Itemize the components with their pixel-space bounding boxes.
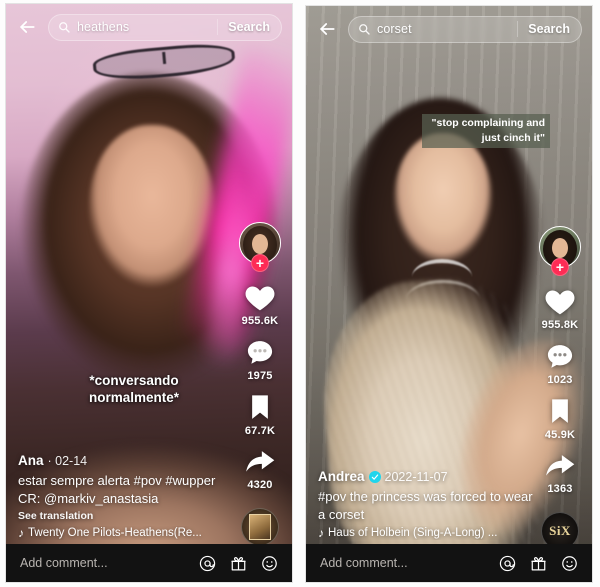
action-rail-left: + 955.6K 1975 67.7K 4320: [234, 222, 286, 546]
search-input[interactable]: heathens Search: [48, 13, 282, 41]
share-count: 1363: [547, 483, 573, 495]
comment-bar-left: Add comment...: [6, 544, 292, 582]
add-comment-input[interactable]: Add comment...: [20, 556, 188, 570]
mention-button[interactable]: [195, 551, 219, 575]
music-title-text: Haus of Holbein (Sing-A-Long) ...: [328, 527, 498, 539]
music-album-thumbnail[interactable]: [241, 508, 279, 546]
bookmark-count: 45.9K: [544, 429, 576, 441]
follow-button[interactable]: +: [251, 254, 269, 272]
like-button[interactable]: 955.6K: [242, 282, 279, 327]
bookmark-icon: [552, 399, 568, 423]
back-arrow-icon: [320, 23, 335, 35]
share-button[interactable]: 1363: [544, 452, 576, 495]
emoji-button[interactable]: [257, 551, 281, 575]
music-title[interactable]: ♪ Haus of Holbein (Sing-A-Long) ...: [318, 526, 543, 540]
share-count: 4320: [247, 479, 273, 491]
search-header-left: heathens Search: [6, 4, 292, 50]
decorative-face-shape: [394, 132, 493, 268]
bookmark-count: 67.7K: [244, 425, 276, 437]
gift-button[interactable]: [226, 551, 250, 575]
share-arrow-icon: [246, 451, 275, 472]
post-date: · 02-14: [47, 453, 88, 468]
comment-button[interactable]: 1023: [545, 342, 575, 386]
music-note-icon: ♪: [318, 526, 324, 540]
comment-icon: [247, 341, 273, 364]
comment-count: 1023: [547, 374, 573, 386]
back-arrow-icon: [20, 21, 35, 33]
search-icon: [59, 22, 70, 33]
video-meta-left: Ana · 02-14 estar sempre alerta #pov #wu…: [18, 453, 238, 540]
bookmark-button[interactable]: 45.9K: [545, 397, 575, 441]
at-mention-icon: [499, 555, 515, 571]
like-count: 955.8K: [541, 319, 579, 331]
video-caption-overlay-right: "stop complaining and just cinch it": [422, 114, 550, 149]
see-translation-link[interactable]: See translation: [18, 510, 238, 522]
gift-button[interactable]: [526, 551, 550, 575]
add-comment-input[interactable]: Add comment...: [320, 556, 488, 570]
comment-icon: [547, 345, 573, 368]
comment-bar-right: Add comment...: [306, 544, 592, 582]
video-caption-overlay-left: *conversando normalmente*: [88, 373, 180, 406]
music-title-text: Twenty One Pilots-Heathens(Re...: [28, 527, 202, 539]
back-button[interactable]: [14, 14, 40, 40]
search-submit-button[interactable]: Search: [517, 21, 581, 37]
heart-icon: [245, 286, 275, 311]
video-meta-right: Andrea 2022-11-07 #pov the princess was …: [318, 469, 543, 540]
search-header-right: corset Search: [306, 6, 592, 52]
post-date: 2022-11-07: [384, 469, 448, 484]
author-line[interactable]: Ana · 02-14: [18, 453, 238, 468]
back-button[interactable]: [314, 16, 340, 42]
author-name: Andrea: [318, 469, 365, 485]
at-mention-icon: [199, 555, 215, 571]
comment-button[interactable]: 1975: [245, 338, 275, 382]
follow-button[interactable]: +: [551, 258, 569, 276]
author-avatar[interactable]: +: [239, 222, 281, 272]
search-query-text: heathens: [77, 20, 130, 34]
check-icon: [371, 474, 378, 480]
video-panel-right: corset Search "stop complaining and just…: [305, 5, 593, 583]
decorative-face-shape: [89, 125, 215, 294]
video-description: estar sempre alerta #pov #wupper CR: @ma…: [18, 473, 216, 506]
share-arrow-icon: [546, 455, 575, 476]
search-input[interactable]: corset Search: [348, 15, 582, 43]
verified-badge: [368, 470, 381, 483]
author-name: Ana: [18, 453, 44, 469]
screenshot-root: heathens Search *conversando normalmente*…: [0, 0, 600, 587]
album-art: [249, 514, 271, 540]
search-query-text: corset: [377, 22, 412, 36]
share-button[interactable]: 4320: [244, 448, 276, 491]
emoji-smiley-icon: [561, 555, 577, 571]
gift-icon: [530, 556, 546, 570]
bookmark-button[interactable]: 67.7K: [245, 393, 275, 437]
video-description: #pov the princess was forced to wear a c…: [318, 489, 533, 522]
bookmark-icon: [252, 395, 268, 419]
comment-count: 1975: [247, 370, 273, 382]
music-title[interactable]: ♪ Twenty One Pilots-Heathens(Re...: [18, 526, 238, 540]
like-button[interactable]: 955.8K: [542, 286, 579, 331]
author-avatar[interactable]: +: [539, 226, 581, 276]
mention-button[interactable]: [495, 551, 519, 575]
heart-icon: [545, 290, 575, 315]
emoji-smiley-icon: [261, 555, 277, 571]
like-count: 955.6K: [241, 315, 279, 327]
music-note-icon: ♪: [18, 526, 24, 540]
search-icon: [359, 24, 370, 35]
emoji-button[interactable]: [557, 551, 581, 575]
search-submit-button[interactable]: Search: [217, 19, 281, 35]
album-art-label: SiX: [549, 523, 571, 538]
action-rail-right: + 955.8K 1023 45.9K 1363 SiX: [534, 226, 586, 550]
author-line[interactable]: Andrea 2022-11-07: [318, 469, 543, 484]
video-panel-left: heathens Search *conversando normalmente*…: [5, 3, 293, 583]
gift-icon: [230, 556, 246, 570]
